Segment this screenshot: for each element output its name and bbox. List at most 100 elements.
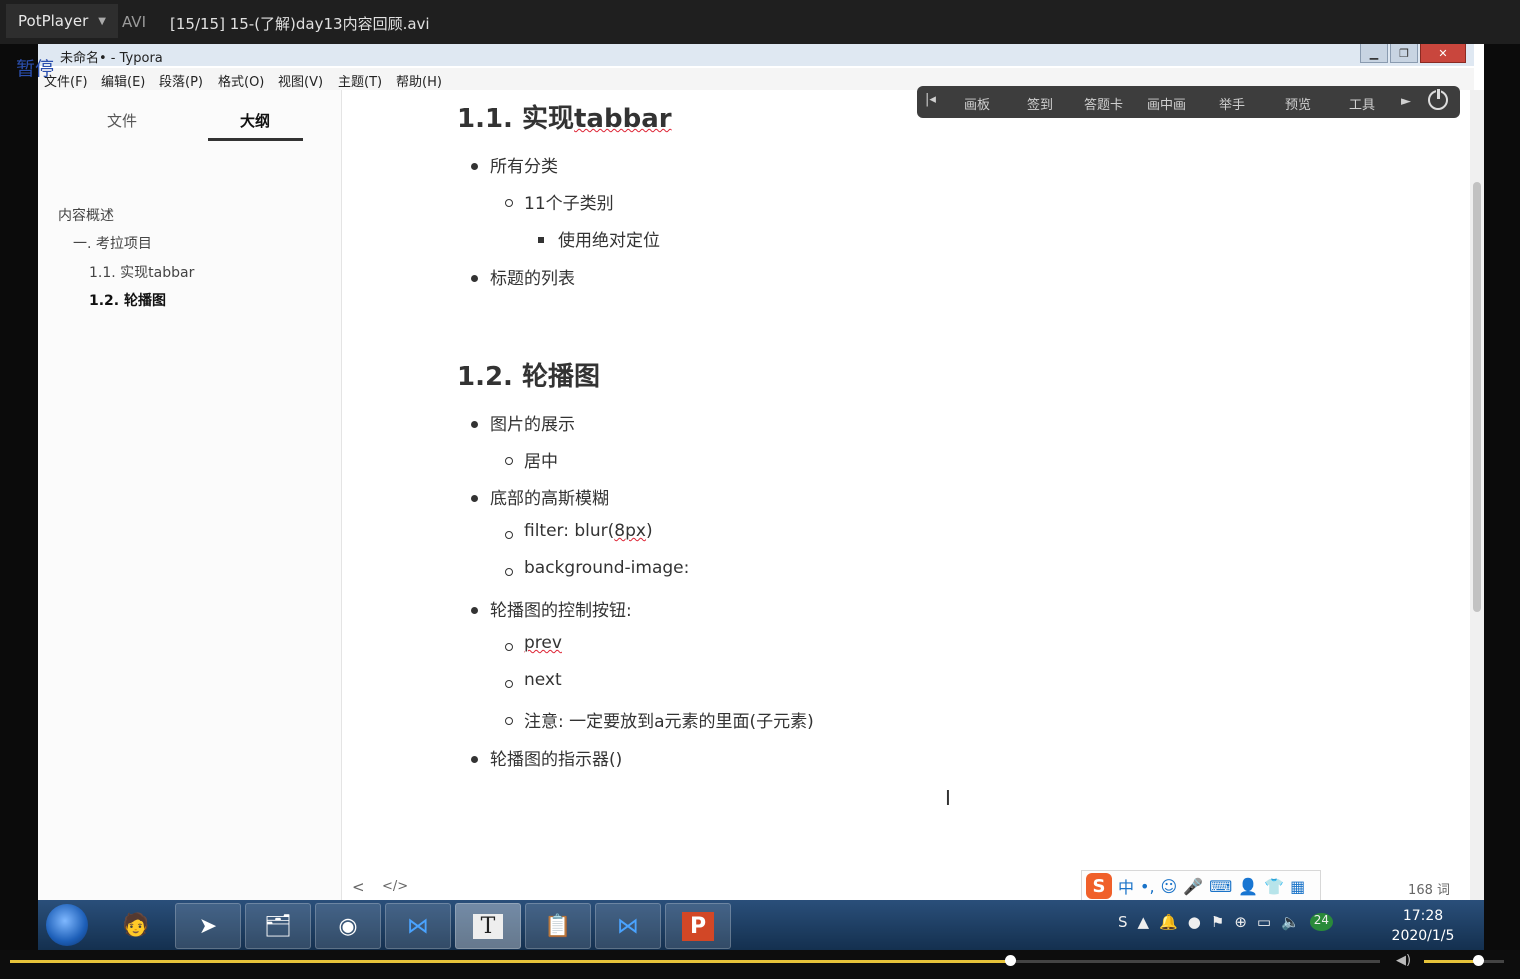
- arrow-icon[interactable]: ►: [1401, 94, 1411, 109]
- collapse-icon[interactable]: |◂: [925, 92, 936, 107]
- bullet: [505, 643, 513, 651]
- toolbar-item[interactable]: 画板: [964, 94, 990, 113]
- class-toolbar: |◂ 画板 签到 答题卡 画中画 举手 预览 工具 ►: [917, 86, 1460, 118]
- emoji-icon[interactable]: ☺: [1161, 877, 1178, 896]
- volume-handle[interactable]: [1473, 955, 1485, 966]
- bullet: [471, 421, 478, 428]
- outline-item-active[interactable]: 1.2. 轮播图: [89, 290, 166, 310]
- menu-view[interactable]: 视图(V): [278, 71, 323, 90]
- list-item: 居中: [524, 452, 558, 472]
- menu-paragraph[interactable]: 段落(P): [159, 71, 203, 90]
- heading-tabbar: 1.1. 实现tabbar: [457, 104, 672, 134]
- bullet: [471, 607, 478, 614]
- menu-edit[interactable]: 编辑(E): [101, 71, 145, 90]
- list-item: 图片的展示: [490, 415, 575, 435]
- user-icon[interactable]: 👤: [1238, 877, 1258, 896]
- bullet: [471, 275, 478, 282]
- toolbar-item[interactable]: 工具: [1349, 94, 1375, 113]
- format-label: AVI: [122, 13, 146, 31]
- bullet: [471, 163, 478, 170]
- outline-item[interactable]: 一. 考拉项目: [73, 233, 152, 253]
- minimize-button[interactable]: ▁: [1360, 44, 1388, 63]
- bullet: [505, 568, 513, 576]
- list-item: 11个子类别: [524, 194, 614, 214]
- list-item: next: [524, 670, 562, 690]
- ime-toolbar: S 中 •, ☺ 🎤 ⌨ 👤 👕 ▦: [1081, 870, 1321, 902]
- notepad-icon[interactable]: 📋: [525, 903, 591, 949]
- bullet: [471, 495, 478, 502]
- bullet: [505, 531, 513, 539]
- volume-level: [1424, 960, 1479, 963]
- volume-icon[interactable]: ◀): [1396, 953, 1411, 968]
- menu-help[interactable]: 帮助(H): [396, 71, 442, 90]
- avatar-icon[interactable]: 🧑: [104, 903, 168, 947]
- ime-mode[interactable]: 中: [1118, 874, 1134, 898]
- seek-bar[interactable]: [10, 955, 1380, 966]
- player-menu-button[interactable]: PotPlayer ▼: [6, 4, 118, 38]
- maximize-button[interactable]: ❐: [1390, 44, 1418, 63]
- display-icon[interactable]: ▭: [1257, 913, 1271, 931]
- app-arrow-icon[interactable]: ➤: [175, 903, 241, 949]
- grid-icon[interactable]: ▦: [1290, 877, 1305, 896]
- sidebar: 文件 大纲 内容概述 一. 考拉项目 1.1. 实现tabbar 1.2. 轮播…: [38, 90, 342, 902]
- toolbar-item[interactable]: 画中画: [1147, 94, 1186, 113]
- text-cursor-icon: I: [945, 786, 951, 810]
- menu-format[interactable]: 格式(O): [218, 71, 264, 90]
- toolbar-item[interactable]: 答题卡: [1084, 94, 1123, 113]
- skin-icon[interactable]: 👕: [1264, 877, 1284, 896]
- plus-icon[interactable]: ⊕: [1234, 913, 1247, 931]
- chrome-icon[interactable]: ◉: [315, 903, 381, 949]
- player-app-name: PotPlayer: [18, 12, 89, 30]
- menu-theme[interactable]: 主题(T): [338, 71, 382, 90]
- close-button[interactable]: ✕: [1420, 44, 1466, 63]
- list-item: 轮播图的控制按钮:: [490, 601, 632, 621]
- sogou-tray-icon[interactable]: S: [1118, 913, 1128, 931]
- clock-time: 17:28: [1402, 908, 1444, 924]
- recorded-screen: 未命名• - Typora ▁ ❐ ✕ 文件(F) 编辑(E) 段落(P) 格式…: [38, 44, 1484, 950]
- word-count[interactable]: 168 词: [1408, 879, 1450, 898]
- ime-punct[interactable]: •,: [1140, 877, 1155, 896]
- clock-date: 2020/1/5: [1391, 928, 1455, 944]
- keyboard-icon[interactable]: ⌨: [1209, 877, 1232, 896]
- seek-handle[interactable]: [1005, 955, 1017, 966]
- taskbar: 🧑 ➤ 🗂 ◉ ⋈ T 📋 ⋈ P S ▲ 🔔 ● ⚑ ⊕ ▭ 🔈 24 17:…: [38, 900, 1484, 950]
- microphone-icon[interactable]: 🎤: [1183, 877, 1203, 896]
- toolbar-item[interactable]: 举手: [1219, 94, 1245, 113]
- sogou-logo-icon[interactable]: S: [1086, 873, 1112, 899]
- tray-badge[interactable]: 24: [1309, 913, 1334, 931]
- bullet: [505, 199, 513, 207]
- vscode-icon[interactable]: ⋈: [385, 903, 451, 949]
- powerpoint-icon[interactable]: P: [665, 903, 731, 949]
- volume-slider[interactable]: [1424, 955, 1504, 966]
- toolbar-item[interactable]: 签到: [1027, 94, 1053, 113]
- outline-item[interactable]: 内容概述: [58, 205, 114, 225]
- power-icon[interactable]: [1428, 88, 1448, 110]
- heading-carousel: 1.2. 轮播图: [457, 362, 600, 392]
- toolbar-item[interactable]: 预览: [1285, 94, 1311, 113]
- player-controls: ◀): [0, 950, 1520, 979]
- editor[interactable]: 1.1. 实现tabbar 所有分类 11个子类别 使用绝对定位 标题的列表 1…: [342, 90, 1470, 902]
- window-title: 未命名• - Typora: [60, 51, 163, 66]
- bell-icon[interactable]: 🔔: [1159, 913, 1178, 931]
- scrollbar[interactable]: [1470, 90, 1484, 902]
- tab-files[interactable]: 文件: [107, 110, 137, 131]
- volume-muted-icon[interactable]: 🔈: [1281, 913, 1300, 931]
- pause-state-label: 暂停: [16, 58, 55, 80]
- toggle-sidebar-button[interactable]: <: [352, 878, 365, 896]
- start-button[interactable]: [46, 904, 88, 946]
- file-explorer-icon[interactable]: 🗂: [245, 903, 311, 949]
- network-icon[interactable]: ●: [1188, 913, 1201, 931]
- tab-outline[interactable]: 大纲: [240, 110, 270, 131]
- outline-item[interactable]: 1.1. 实现tabbar: [89, 262, 194, 282]
- scrollbar-thumb[interactable]: [1473, 182, 1481, 612]
- list-item: prev: [524, 633, 562, 653]
- bullet: [505, 680, 513, 688]
- active-tab-indicator: [208, 138, 303, 141]
- tray-up-icon[interactable]: ▲: [1138, 913, 1150, 931]
- vscode-2-icon[interactable]: ⋈: [595, 903, 661, 949]
- player-title-bar: PotPlayer ▼ AVI [15/15] 15-(了解)day13内容回顾…: [0, 0, 1520, 44]
- flag-icon[interactable]: ⚑: [1211, 913, 1224, 931]
- typora-icon[interactable]: T: [455, 903, 521, 949]
- source-mode-button[interactable]: </>: [382, 879, 408, 894]
- clock[interactable]: 17:28 2020/1/5: [1388, 906, 1458, 946]
